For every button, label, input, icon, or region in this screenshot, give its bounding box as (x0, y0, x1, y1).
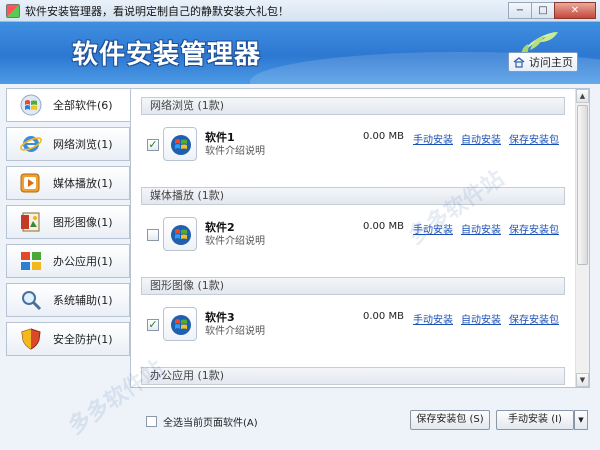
software-icon (163, 127, 197, 161)
category-header-web: 网络浏览 (1款) (141, 97, 565, 115)
main-area: 全部软件(6) 网络浏览(1) 媒体播放(1) 图形图像(1) 办公应用(1) … (0, 84, 600, 450)
category-header-office: 办公应用 (1款) (141, 367, 565, 385)
category-sidebar: 全部软件(6) 网络浏览(1) 媒体播放(1) 图形图像(1) 办公应用(1) … (6, 88, 134, 361)
image-editor-icon (21, 212, 40, 232)
software-checkbox[interactable]: ✓ (147, 139, 159, 151)
install-dropdown-arrow-icon[interactable]: ▼ (574, 410, 588, 430)
windows-logo-icon (171, 135, 191, 155)
sidebar-item-label: 办公应用(1) (53, 255, 113, 268)
scroll-down-arrow-icon[interactable]: ▼ (576, 373, 589, 387)
minimize-button[interactable]: − (508, 2, 532, 19)
software-checkbox[interactable] (147, 229, 159, 241)
save-package-button[interactable]: 保存安装包 (S) (410, 410, 490, 430)
select-all-checkbox[interactable]: 全选当前页面软件(A) (146, 414, 258, 429)
title-bar: 软件安装管理器，看说明定制自己的静默安装大礼包！ − □ ✕ (0, 0, 600, 22)
sidebar-item-media[interactable]: 媒体播放(1) (6, 166, 130, 200)
security-shield-icon (21, 328, 41, 350)
sidebar-item-security[interactable]: 安全防护(1) (6, 322, 130, 356)
auto-install-link[interactable]: 自动安装 (461, 221, 501, 236)
sidebar-item-label: 媒体播放(1) (53, 177, 113, 190)
select-all-box[interactable] (146, 416, 157, 427)
sidebar-item-all[interactable]: 全部软件(6) (6, 88, 134, 122)
windows-logo-icon (20, 94, 42, 116)
manual-install-button[interactable]: 手动安装 (I) (496, 410, 574, 430)
save-package-link[interactable]: 保存安装包 (509, 131, 559, 146)
manual-install-link[interactable]: 手动安装 (413, 311, 453, 326)
software-size: 0.00 MB (363, 131, 404, 142)
category-header-graphics: 图形图像 (1款) (141, 277, 565, 295)
software-row: ✓ 软件3 软件介绍说明 0.00 MB 手动安装 自动安装 保存安装包 (141, 301, 571, 351)
sidebar-item-label: 图形图像(1) (53, 216, 113, 229)
manual-install-link[interactable]: 手动安装 (413, 221, 453, 236)
auto-install-link[interactable]: 自动安装 (461, 131, 501, 146)
auto-install-link[interactable]: 自动安装 (461, 311, 501, 326)
save-package-link[interactable]: 保存安装包 (509, 311, 559, 326)
window-title: 软件安装管理器，看说明定制自己的静默安装大礼包！ (25, 4, 289, 18)
windows-logo-icon (171, 225, 191, 245)
home-icon (513, 56, 525, 68)
manual-install-link[interactable]: 手动安装 (413, 131, 453, 146)
select-all-label: 全选当前页面软件(A) (163, 418, 258, 429)
sidebar-item-label: 系统辅助(1) (53, 294, 113, 307)
software-icon (163, 307, 197, 341)
scroll-thumb[interactable] (577, 105, 588, 265)
software-checkbox[interactable]: ✓ (147, 319, 159, 331)
sidebar-item-web[interactable]: 网络浏览(1) (6, 127, 130, 161)
software-size: 0.00 MB (363, 311, 404, 322)
software-size: 0.00 MB (363, 221, 404, 232)
software-description: 软件介绍说明 (205, 326, 265, 337)
close-button[interactable]: ✕ (554, 2, 596, 19)
software-row: 软件2 软件介绍说明 0.00 MB 手动安装 自动安装 保存安装包 (141, 211, 571, 261)
scroll-up-arrow-icon[interactable]: ▲ (576, 89, 589, 103)
vertical-scrollbar[interactable]: ▲ ▼ (575, 89, 589, 387)
media-player-icon (20, 173, 40, 193)
banner: 软件安装管理器 访问主页 (0, 22, 600, 84)
sidebar-item-office[interactable]: 办公应用(1) (6, 244, 130, 278)
sidebar-item-system[interactable]: 系统辅助(1) (6, 283, 130, 317)
visit-homepage-label: 访问主页 (529, 56, 573, 69)
window-controls: − □ ✕ (508, 2, 596, 19)
bottom-bar: 全选当前页面软件(A) 保存安装包 (S) 手动安装 (I) ▼ (0, 404, 600, 450)
sidebar-item-graphics[interactable]: 图形图像(1) (6, 205, 130, 239)
sidebar-item-label: 全部软件(6) (53, 99, 113, 112)
office-grid-icon (21, 252, 41, 270)
category-header-media: 媒体播放 (1款) (141, 187, 565, 205)
software-icon (163, 217, 197, 251)
software-description: 软件介绍说明 (205, 146, 265, 157)
sidebar-item-label: 网络浏览(1) (53, 138, 113, 151)
maximize-button[interactable]: □ (531, 2, 555, 19)
software-description: 软件介绍说明 (205, 236, 265, 247)
software-row: ✓ 软件1 软件介绍说明 0.00 MB 手动安装 自动安装 保存安装包 (141, 121, 571, 171)
visit-homepage-button[interactable]: 访问主页 (508, 52, 578, 72)
sidebar-item-label: 安全防护(1) (53, 333, 113, 346)
software-list[interactable]: 网络浏览 (1款) ✓ 软件1 软件介绍说明 0.00 MB 手动安装 自动安装… (130, 88, 590, 388)
ie-browser-icon (20, 136, 42, 152)
magnifier-icon (22, 291, 42, 311)
save-package-link[interactable]: 保存安装包 (509, 221, 559, 236)
windows-logo-icon (171, 315, 191, 335)
app-icon (6, 3, 20, 18)
banner-title: 软件安装管理器 (72, 40, 262, 70)
